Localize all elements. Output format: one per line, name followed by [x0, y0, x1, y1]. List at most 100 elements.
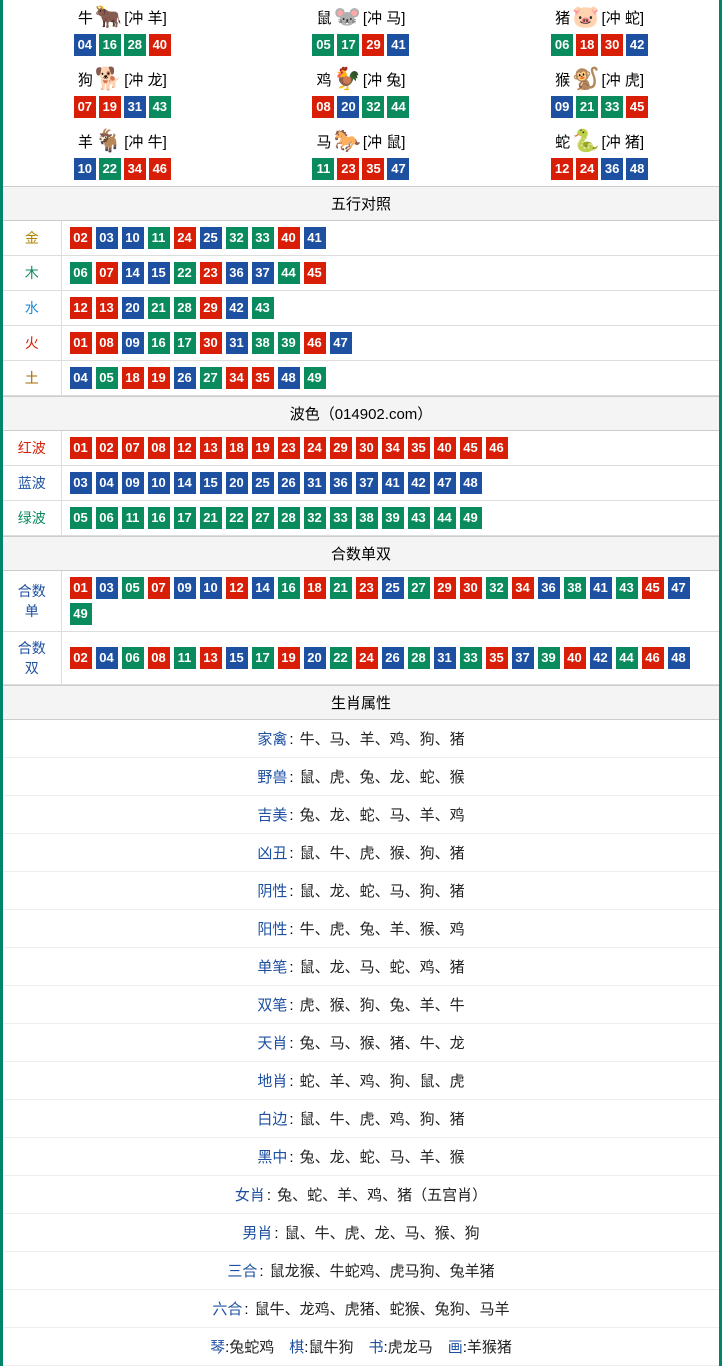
number-ball: 33 [252, 227, 274, 249]
number-ball: 38 [356, 507, 378, 529]
number-ball: 20 [304, 647, 326, 669]
attr-value: 鼠、龙、蛇、马、狗、猪 [300, 883, 465, 900]
zodiac-clash: [冲 牛] [124, 131, 167, 152]
attr-sep: : [289, 769, 297, 786]
number-ball: 36 [330, 472, 352, 494]
heshu-table: 合数单0103050709101214161821232527293032343… [3, 571, 719, 685]
number-ball: 15 [148, 262, 170, 284]
number-ball: 42 [408, 472, 430, 494]
row-label: 红波 [3, 431, 61, 466]
number-ball: 23 [278, 437, 300, 459]
number-ball: 35 [362, 158, 384, 180]
attr-row: 凶丑: 鼠、牛、虎、猴、狗、猪 [3, 834, 719, 872]
number-ball: 19 [252, 437, 274, 459]
number-ball: 15 [200, 472, 222, 494]
attr-row: 白边: 鼠、牛、虎、鸡、狗、猪 [3, 1100, 719, 1138]
number-ball: 22 [330, 647, 352, 669]
number-ball: 03 [96, 577, 118, 599]
number-ball: 44 [616, 647, 638, 669]
number-ball: 10 [122, 227, 144, 249]
number-ball: 30 [460, 577, 482, 599]
attr-key: 书 [369, 1339, 384, 1356]
attr-sep: : [289, 1073, 297, 1090]
attr-key: 白边 [257, 1111, 287, 1128]
zodiac-clash: [冲 龙] [124, 69, 167, 90]
number-ball: 21 [200, 507, 222, 529]
row-numbers: 1213202128294243 [61, 291, 719, 326]
zodiac-cell: 蛇🐍[冲 猪]12243648 [480, 124, 719, 186]
number-ball: 40 [278, 227, 300, 249]
number-ball: 25 [200, 227, 222, 249]
zodiac-numbers: 07193143 [3, 96, 242, 118]
number-ball: 34 [124, 158, 146, 180]
zodiac-name: 马 [316, 131, 331, 152]
number-ball: 19 [148, 367, 170, 389]
attr-value: 鼠龙猴、牛蛇鸡、虎马狗、兔羊猪 [270, 1263, 495, 1280]
number-ball: 35 [408, 437, 430, 459]
number-ball: 02 [96, 437, 118, 459]
number-ball: 24 [356, 647, 378, 669]
attr-sep: : [289, 845, 297, 862]
row-label: 金 [3, 221, 61, 256]
table-row: 水1213202128294243 [3, 291, 719, 326]
number-ball: 48 [668, 647, 690, 669]
number-ball: 06 [122, 647, 144, 669]
number-ball: 09 [174, 577, 196, 599]
number-ball: 28 [408, 647, 430, 669]
number-ball: 34 [512, 577, 534, 599]
table-row: 火0108091617303138394647 [3, 326, 719, 361]
attr-sep: : [289, 1111, 297, 1128]
attr-row: 六合: 鼠牛、龙鸡、虎猪、蛇猴、兔狗、马羊 [3, 1290, 719, 1328]
attr-row: 野兽: 鼠、虎、兔、龙、蛇、猴 [3, 758, 719, 796]
number-ball: 31 [434, 647, 456, 669]
row-numbers: 04051819262734354849 [61, 361, 719, 396]
number-ball: 49 [304, 367, 326, 389]
attr-sep: : [289, 959, 297, 976]
number-ball: 15 [226, 647, 248, 669]
number-ball: 16 [148, 507, 170, 529]
number-ball: 13 [200, 647, 222, 669]
number-ball: 34 [382, 437, 404, 459]
zodiac-icon: 🐒 [572, 68, 599, 90]
number-ball: 08 [148, 437, 170, 459]
shengxiao-header: 生肖属性 [3, 685, 719, 720]
number-ball: 35 [252, 367, 274, 389]
zodiac-clash: [冲 猪] [602, 131, 645, 152]
number-ball: 07 [122, 437, 144, 459]
number-ball: 12 [551, 158, 573, 180]
number-ball: 25 [252, 472, 274, 494]
number-ball: 24 [174, 227, 196, 249]
number-ball: 07 [96, 262, 118, 284]
number-ball: 19 [99, 96, 121, 118]
zodiac-name: 羊 [78, 131, 93, 152]
zodiac-clash: [冲 鼠] [363, 131, 406, 152]
row-numbers: 06071415222336374445 [61, 256, 719, 291]
number-ball: 17 [174, 332, 196, 354]
attr-value: 鼠、虎、兔、龙、蛇、猴 [300, 769, 465, 786]
table-row: 木06071415222336374445 [3, 256, 719, 291]
wuxing-table: 金02031011242532334041木060714152223363744… [3, 221, 719, 396]
number-ball: 48 [626, 158, 648, 180]
zodiac-clash: [冲 兔] [363, 69, 406, 90]
attr-sep: : [289, 1035, 297, 1052]
number-ball: 33 [460, 647, 482, 669]
number-ball: 41 [382, 472, 404, 494]
number-ball: 40 [564, 647, 586, 669]
row-numbers: 0103050709101214161821232527293032343638… [61, 571, 719, 632]
attr-value: 兔、龙、蛇、马、羊、鸡 [300, 807, 465, 824]
number-ball: 47 [330, 332, 352, 354]
zodiac-icon: 🐐 [95, 130, 122, 152]
number-ball: 24 [304, 437, 326, 459]
number-ball: 32 [362, 96, 384, 118]
row-label: 绿波 [3, 501, 61, 536]
number-ball: 47 [434, 472, 456, 494]
attr-value: 鼠、牛、虎、猴、狗、猪 [300, 845, 465, 862]
number-ball: 49 [460, 507, 482, 529]
number-ball: 38 [564, 577, 586, 599]
zodiac-icon: 🐷 [572, 6, 599, 28]
attr-row: 男肖: 鼠、牛、虎、龙、马、猴、狗 [3, 1214, 719, 1252]
number-ball: 11 [122, 507, 144, 529]
number-ball: 14 [122, 262, 144, 284]
attr-sep: : [289, 921, 297, 938]
zodiac-cell: 牛🐂[冲 羊]04162840 [3, 0, 242, 62]
